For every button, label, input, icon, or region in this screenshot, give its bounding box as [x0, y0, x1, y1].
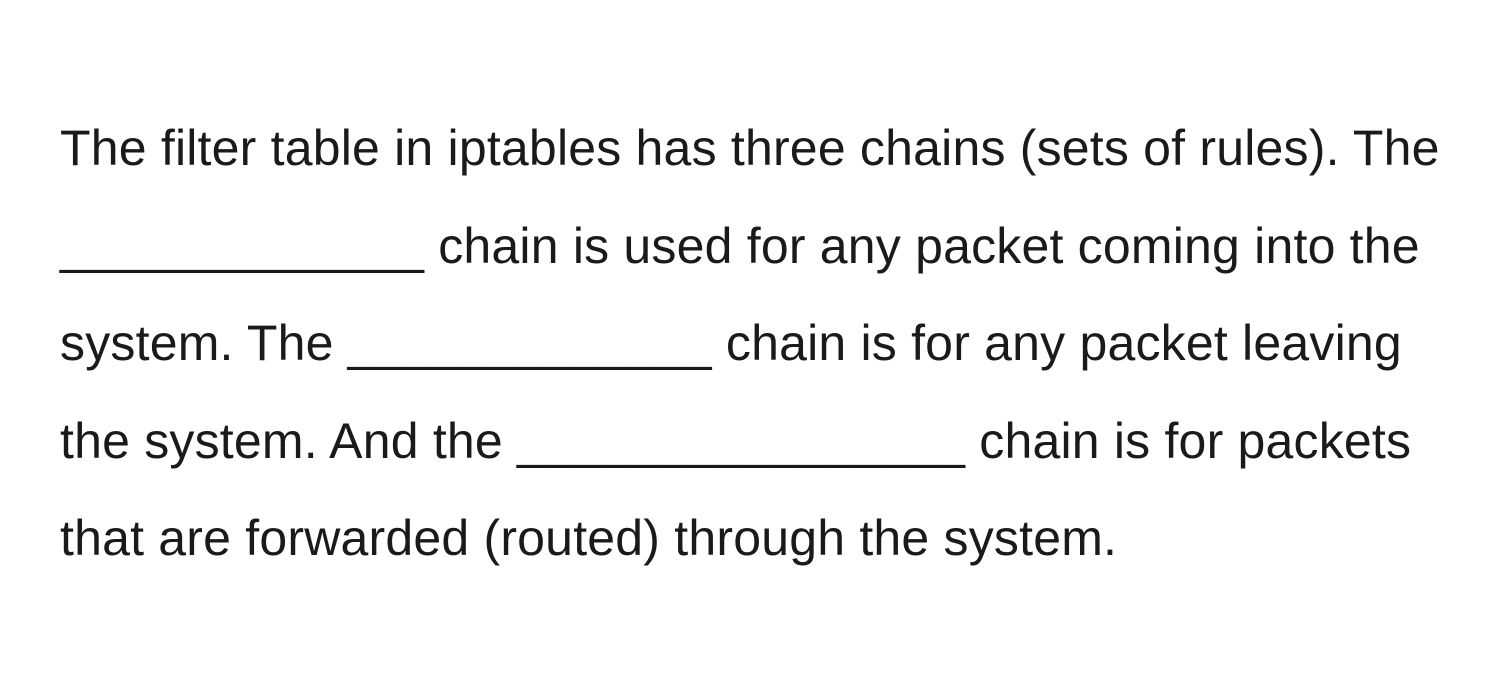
question-text: The filter table in iptables has three c… [60, 100, 1440, 588]
